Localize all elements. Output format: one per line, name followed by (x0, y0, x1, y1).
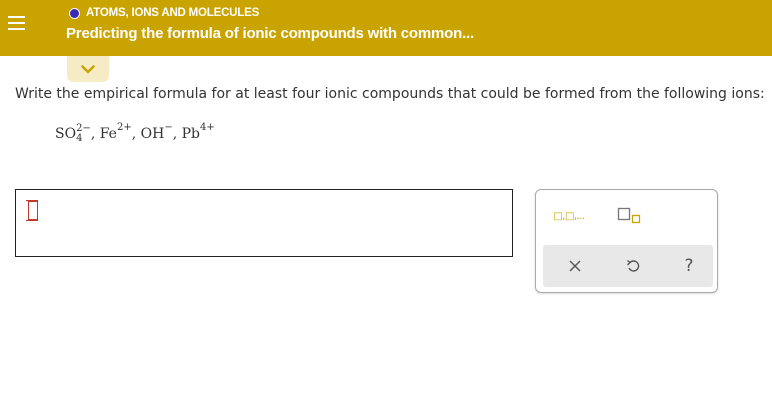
chevron-down-icon (81, 64, 95, 73)
close-icon (569, 260, 581, 272)
question-text: Write the empirical formula for at least… (15, 86, 765, 102)
help-button[interactable]: ? (677, 254, 701, 278)
tool-palette: □,□,... ? (535, 189, 718, 293)
help-icon: ? (684, 256, 694, 276)
ion-iron: Fe2+ (99, 122, 132, 142)
subscript-icon (617, 207, 641, 224)
collapse-toggle[interactable] (67, 56, 109, 82)
undo-icon (627, 259, 640, 272)
undo-button[interactable] (621, 254, 645, 278)
subscript-button[interactable] (616, 204, 644, 228)
topic-text: ATOMS, IONS AND MOLECULES (86, 7, 260, 19)
ion-sulfate: SO 2− 4 (55, 123, 91, 144)
menu-icon[interactable] (0, 0, 32, 46)
list-template-icon: □,□,... (553, 210, 585, 222)
input-cursor-placeholder (26, 200, 38, 221)
topic-dot-icon (69, 7, 80, 19)
ion-list: SO 2− 4, Fe2+, OH−, Pb4+ (55, 122, 215, 144)
topic-label: ATOMS, IONS AND MOLECULES (69, 7, 259, 19)
list-template-button[interactable]: □,□,... (548, 204, 590, 228)
tool-row: □,□,... (536, 190, 717, 242)
answer-input[interactable] (15, 189, 513, 257)
header-bar: ATOMS, IONS AND MOLECULES Predicting the… (0, 0, 772, 56)
action-row: ? (543, 245, 713, 287)
ion-lead: Pb4+ (181, 122, 215, 142)
page-title: Predicting the formula of ionic compound… (66, 25, 474, 42)
clear-button[interactable] (563, 254, 587, 278)
ion-hydroxide: OH− (140, 122, 173, 142)
